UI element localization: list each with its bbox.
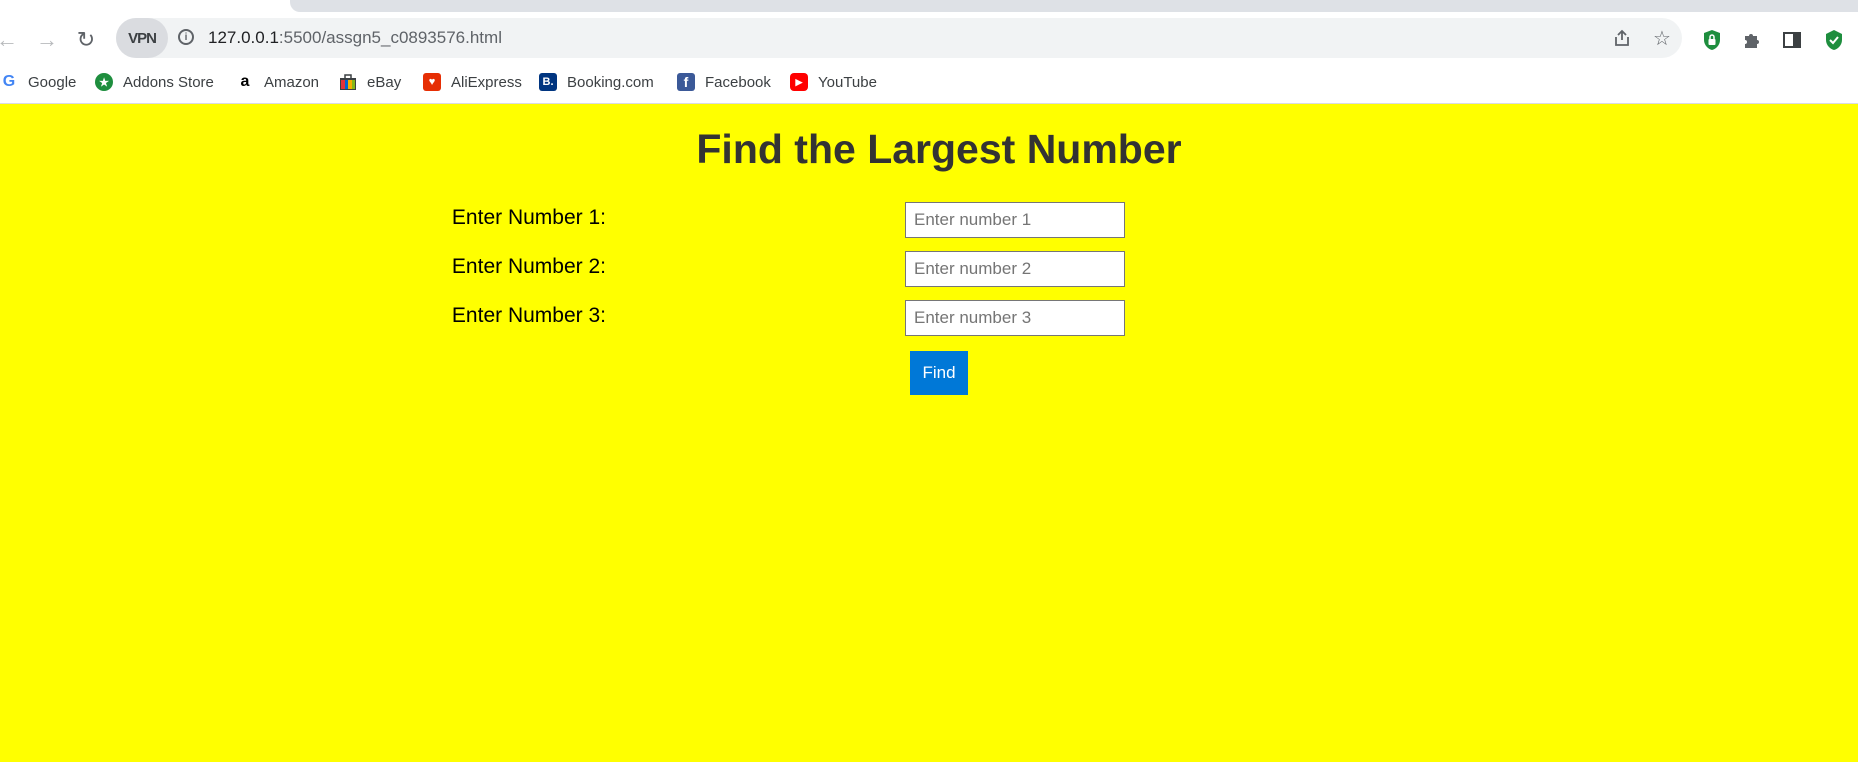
browser-toolbar: ← → ↻ VPN i 127.0.0.1:5500/assgn5_c08935… <box>0 12 1858 64</box>
bookmark-label: Facebook <box>705 73 771 91</box>
number-2-label: Enter Number 2: <box>451 255 606 278</box>
bookmark-label: Google <box>28 73 77 91</box>
number-3-input[interactable] <box>905 300 1125 336</box>
youtube-icon: ▶ <box>790 73 808 91</box>
shield-lock-icon[interactable] <box>1700 28 1724 52</box>
tab-strip <box>290 0 1858 12</box>
aliexpress-icon: ♥ <box>423 73 441 91</box>
find-button[interactable]: Find <box>910 351 968 395</box>
addons-store-icon: ★ <box>95 73 113 91</box>
number-2-input[interactable] <box>905 251 1125 287</box>
bookmarks-bar: G Google ★ Addons Store a Amazon eBay ♥ … <box>0 64 1858 100</box>
side-panel-icon[interactable] <box>1780 28 1804 52</box>
bookmark-ebay[interactable]: eBay <box>339 68 401 96</box>
bookmark-label: Addons Store <box>123 73 214 91</box>
browser-chrome: ← → ↻ VPN i 127.0.0.1:5500/assgn5_c08935… <box>0 0 1858 104</box>
url-text[interactable]: 127.0.0.1:5500/assgn5_c0893576.html <box>208 18 502 58</box>
number-3-label: Enter Number 3: <box>451 304 606 327</box>
booking-icon: B. <box>539 73 557 91</box>
bookmark-label: YouTube <box>818 73 877 91</box>
url-host: 127.0.0.1 <box>208 28 279 47</box>
bookmark-label: Amazon <box>264 73 320 91</box>
google-icon: G <box>2 73 16 90</box>
forward-arrow-icon[interactable]: → <box>32 26 62 54</box>
vpn-icon[interactable]: VPN <box>116 18 168 58</box>
bookmark-amazon[interactable]: a Amazon <box>236 68 319 96</box>
bookmark-label: eBay <box>367 73 402 91</box>
bookmark-label: Booking.com <box>567 73 654 91</box>
facebook-icon: f <box>677 73 695 91</box>
bookmark-booking[interactable]: B. Booking.com <box>539 68 654 96</box>
extensions-puzzle-icon[interactable] <box>1740 28 1764 52</box>
back-arrow-icon[interactable]: ← <box>0 26 22 54</box>
reload-icon[interactable]: ↻ <box>71 26 101 54</box>
page-content: Find the Largest Number Enter Number 1: … <box>0 104 1858 762</box>
page-title: Find the Largest Number <box>696 126 1182 172</box>
number-1-input[interactable] <box>905 202 1125 238</box>
bookmark-star-icon[interactable]: ☆ <box>1650 26 1674 50</box>
number-1-label: Enter Number 1: <box>451 206 606 229</box>
bookmark-label: AliExpress <box>451 73 522 91</box>
bookmark-google[interactable]: G Google <box>0 68 77 96</box>
security-check-icon[interactable] <box>1822 28 1846 52</box>
address-bar[interactable]: VPN i 127.0.0.1:5500/assgn5_c0893576.htm… <box>116 18 1682 58</box>
bookmark-youtube[interactable]: ▶ YouTube <box>790 68 877 96</box>
bookmark-facebook[interactable]: f Facebook <box>677 68 771 96</box>
bookmark-addons-store[interactable]: ★ Addons Store <box>95 68 214 96</box>
amazon-icon: a <box>240 73 250 90</box>
ebay-icon <box>339 73 357 91</box>
url-path: :5500/assgn5_c0893576.html <box>278 28 502 47</box>
site-info-icon[interactable]: i <box>178 29 194 45</box>
bookmark-aliexpress[interactable]: ♥ AliExpress <box>423 68 522 96</box>
share-icon[interactable] <box>1610 26 1634 50</box>
